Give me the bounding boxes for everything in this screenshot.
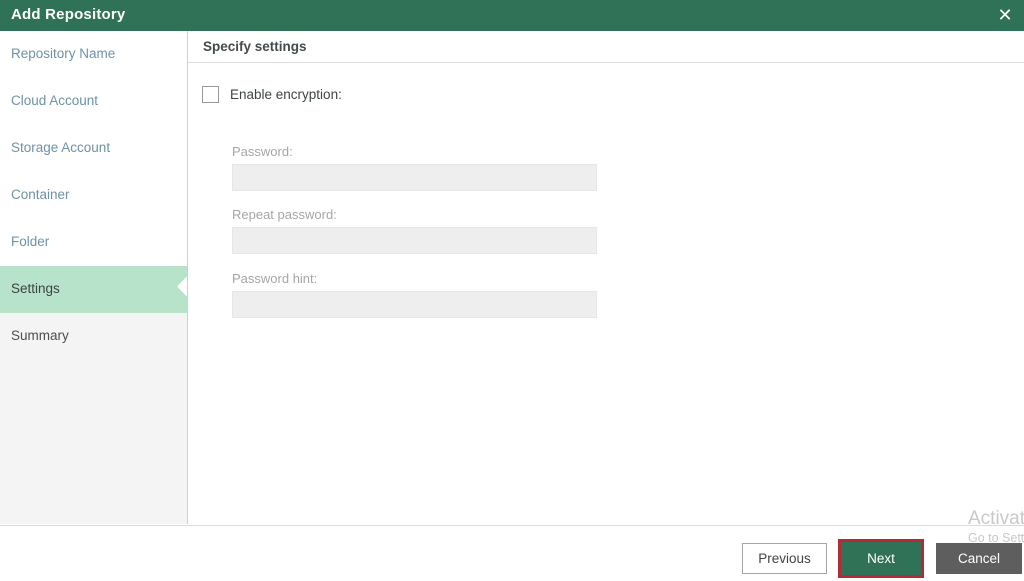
repeat-password-label: Repeat password: — [232, 207, 337, 222]
wizard-step-sidebar: Repository Name Cloud Account Storage Ac… — [0, 31, 188, 524]
sidebar-item-summary[interactable]: Summary — [0, 313, 187, 360]
sidebar-item-label: Repository Name — [11, 46, 116, 61]
enable-encryption-row[interactable]: Enable encryption: — [202, 84, 342, 104]
content-pane: Specify settings Enable encryption: Pass… — [188, 31, 1024, 524]
window-title: Add Repository — [11, 6, 126, 23]
enable-encryption-checkbox[interactable] — [202, 85, 219, 103]
password-hint-input[interactable] — [232, 291, 597, 318]
cancel-button[interactable]: Cancel — [936, 543, 1022, 574]
sidebar-item-container[interactable]: Container — [0, 172, 187, 219]
sidebar-item-label: Storage Account — [11, 140, 111, 155]
sidebar-item-label: Container — [11, 187, 70, 202]
password-hint-label: Password hint: — [232, 271, 318, 286]
sidebar-item-cloud-account[interactable]: Cloud Account — [0, 78, 187, 125]
password-field-group: Password: — [232, 144, 597, 191]
sidebar-item-label: Folder — [11, 234, 50, 249]
wizard-footer: Previous Next Cancel — [0, 525, 1024, 581]
active-step-chevron-icon — [176, 266, 187, 313]
password-hint-field-group: Password hint: — [232, 271, 597, 318]
sidebar-item-folder[interactable]: Folder — [0, 219, 187, 266]
sidebar-item-label: Summary — [11, 328, 69, 343]
sidebar-item-label: Settings — [11, 281, 60, 296]
next-button[interactable]: Next — [841, 542, 921, 575]
repeat-password-field-group: Repeat password: — [232, 207, 597, 254]
page-title: Specify settings — [203, 39, 307, 54]
password-input[interactable] — [232, 164, 597, 191]
previous-button[interactable]: Previous — [742, 543, 827, 574]
repeat-password-input[interactable] — [232, 227, 597, 254]
next-button-highlight: Next — [838, 539, 924, 578]
password-label: Password: — [232, 144, 293, 159]
window-title-bar: Add Repository ✕ — [0, 0, 1024, 31]
sidebar-item-storage-account[interactable]: Storage Account — [0, 125, 187, 172]
sidebar-item-settings[interactable]: Settings — [0, 266, 187, 313]
sidebar-item-label: Cloud Account — [11, 93, 99, 108]
close-icon[interactable]: ✕ — [992, 3, 1018, 28]
add-repository-wizard: Add Repository ✕ Repository Name Cloud A… — [0, 0, 1024, 581]
enable-encryption-label: Enable encryption: — [230, 86, 342, 102]
sidebar-item-repository-name[interactable]: Repository Name — [0, 31, 187, 78]
content-header: Specify settings — [188, 31, 1024, 63]
